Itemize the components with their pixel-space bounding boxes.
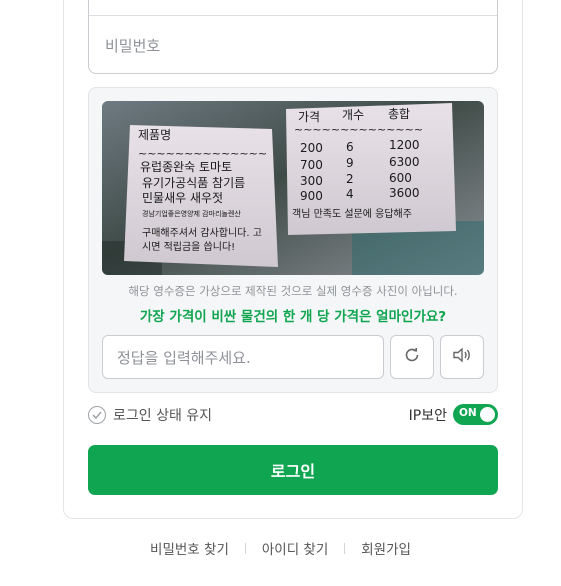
receipt-right-wave: ~~~~~~~~~~~~~~ xyxy=(294,123,423,136)
captcha-question: 가장 가격이 비싼 물건의 한 개 당 가격은 얼마인가요? xyxy=(139,309,447,325)
ip-security-option: IP보안 ON xyxy=(409,404,498,425)
login-input-group: 비밀번호 xyxy=(88,0,498,74)
signup-link[interactable]: 회원가입 xyxy=(361,538,411,558)
receipt-price: 300 xyxy=(300,174,323,188)
link-divider xyxy=(244,542,246,554)
receipt-left-thanks: 시면 적립금을 씁니다! xyxy=(142,240,235,253)
captcha-receipt-image: 제품명 ~~~~~~~~~~~~~~ 유럽종완숙 토마토 유기가공식품 참기름 … xyxy=(102,101,484,275)
captcha-audio-button[interactable] xyxy=(440,335,484,379)
captcha-refresh-button[interactable] xyxy=(390,335,434,379)
receipt-left-small-line: 경남기업좋은영양제 감마리놀렌산 xyxy=(142,209,241,218)
receipt-count: 4 xyxy=(346,187,354,201)
receipt-left-item: 유기가공식품 참기름 xyxy=(142,176,245,190)
receipt-left-header: 제품명 xyxy=(138,128,171,142)
receipt-total: 6300 xyxy=(389,155,420,169)
ip-security-label: IP보안 xyxy=(408,407,447,424)
find-id-link[interactable]: 아이디 찾기 xyxy=(262,538,328,558)
receipt-left-wave: ~~~~~~~~~~~~~~ xyxy=(138,147,267,160)
password-field[interactable]: 비밀번호 xyxy=(105,16,475,74)
receipt-left-item: 민물새우 새우젓 xyxy=(142,191,223,205)
receipt-price: 700 xyxy=(300,158,323,172)
refresh-icon xyxy=(403,346,421,368)
login-button[interactable]: 로그인 xyxy=(88,445,498,495)
footer-links: 비밀번호 찾기 아이디 찾기 회원가입 xyxy=(0,538,561,558)
password-placeholder: 비밀번호 xyxy=(105,36,161,55)
receipt-total: 600 xyxy=(389,171,412,185)
checkmark-icon xyxy=(88,406,106,424)
captcha-answer-input[interactable]: 정답을 입력해주세요. xyxy=(102,335,384,379)
receipt-right-header-count: 개수 xyxy=(342,108,364,122)
receipt-left-thanks: 구매해주셔서 감사합니다. 고 xyxy=(142,226,262,239)
answer-placeholder: 정답을 입력해주세요. xyxy=(117,348,251,367)
link-divider xyxy=(344,542,346,554)
toggle-knob xyxy=(480,407,495,422)
receipt-price: 200 xyxy=(300,141,323,155)
receipt-total: 1200 xyxy=(389,138,420,152)
receipt-count: 6 xyxy=(346,140,354,154)
keep-login-option[interactable]: 로그인 상태 유지 xyxy=(88,405,212,425)
receipt-right-footer: 객님 만족도 설문에 응답해주 xyxy=(292,207,412,220)
receipt-price: 900 xyxy=(300,189,323,203)
keep-login-label: 로그인 상태 유지 xyxy=(113,408,213,424)
find-password-link[interactable]: 비밀번호 찾기 xyxy=(150,538,229,558)
ip-security-toggle[interactable]: ON xyxy=(453,404,498,425)
receipt-right-header-price: 가격 xyxy=(298,110,320,124)
receipt-count: 9 xyxy=(346,156,354,170)
speaker-icon xyxy=(452,346,472,368)
captcha-notice: 해당 영수증은 가상으로 제작된 것으로 실제 영수증 사진이 아닙니다. xyxy=(128,284,458,298)
toggle-state-label: ON xyxy=(459,407,477,419)
receipt-total: 3600 xyxy=(389,186,420,200)
receipt-right-header-total: 총합 xyxy=(388,107,410,121)
receipt-count: 2 xyxy=(346,172,354,186)
receipt-left-item: 유럽종완숙 토마토 xyxy=(140,160,232,174)
